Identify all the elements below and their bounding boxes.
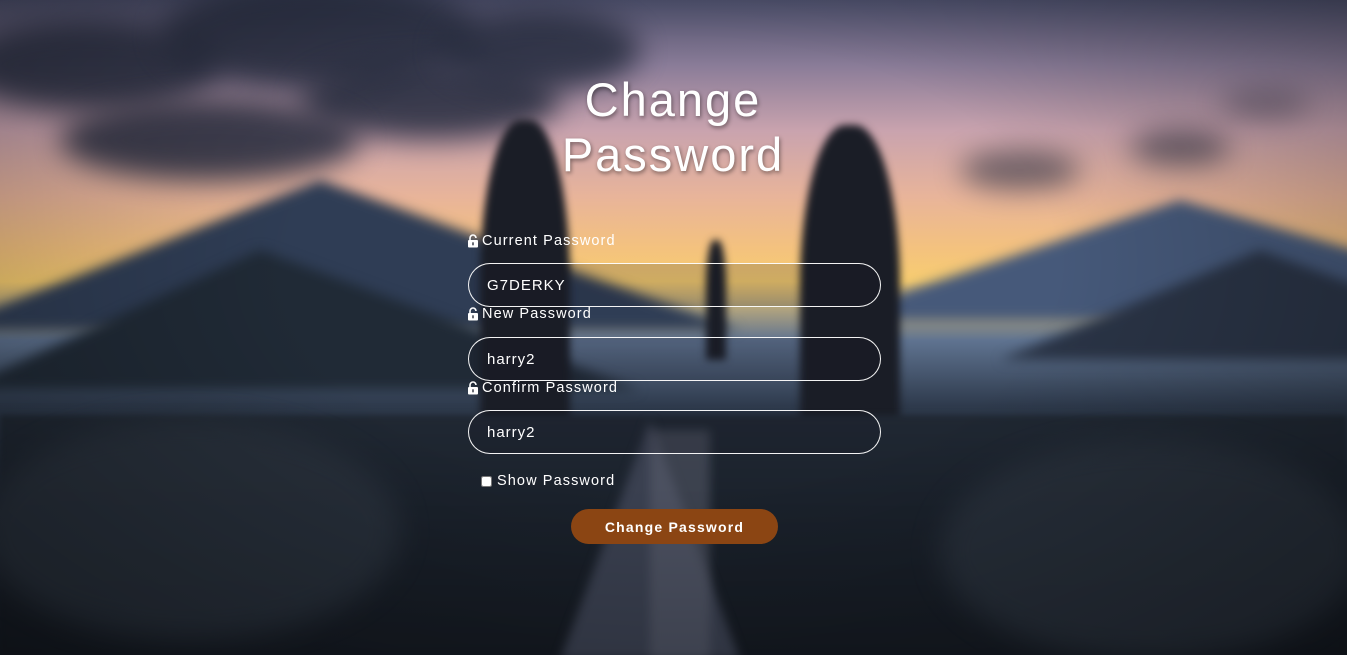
page-title: Change Password <box>473 72 873 182</box>
confirm-password-label-text: Confirm Password <box>482 380 619 396</box>
unlock-icon <box>468 234 478 248</box>
page-title-line2: Password <box>561 128 785 181</box>
unlock-icon <box>468 381 478 395</box>
confirm-password-label: Confirm Password <box>467 380 618 396</box>
show-password-label: Show Password <box>497 473 616 489</box>
new-password-input[interactable] <box>468 337 881 381</box>
current-password-label: Current Password <box>467 233 616 249</box>
change-password-button[interactable]: Change Password <box>571 509 778 544</box>
show-password-checkbox[interactable] <box>481 475 492 487</box>
unlock-icon <box>468 307 478 321</box>
current-password-input[interactable] <box>468 263 881 307</box>
confirm-password-input[interactable] <box>468 410 881 454</box>
new-password-label: New Password <box>467 306 592 322</box>
page-title-line1: Change <box>584 73 762 126</box>
show-password-row[interactable]: Show Password <box>481 473 615 489</box>
change-password-page: Change Password Current Password New Pas… <box>0 0 1347 655</box>
new-password-label-text: New Password <box>482 306 592 322</box>
current-password-label-text: Current Password <box>482 233 616 249</box>
